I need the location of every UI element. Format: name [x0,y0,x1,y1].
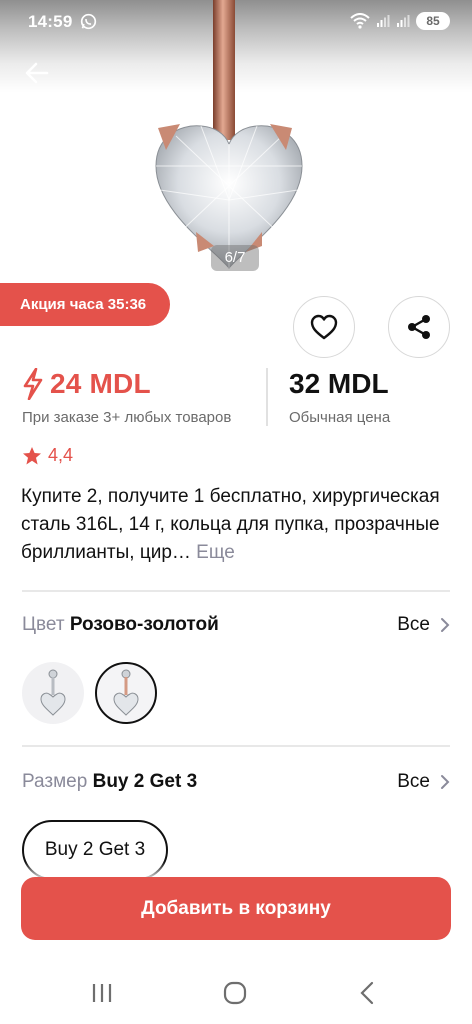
promo-price-note: При заказе 3+ любых товаров [22,409,232,426]
status-bar: 14:59 85 [0,0,472,44]
wifi-icon [350,13,370,29]
back-chevron-icon [360,981,374,1005]
rating[interactable]: 4,4 [22,445,73,466]
back-arrow-icon[interactable] [20,56,54,90]
battery-indicator: 85 [416,12,450,30]
chevron-right-icon [441,618,450,632]
price-divider [266,368,268,426]
divider [22,745,450,747]
size-option-row[interactable]: Размер Buy 2 Get 3 Все [22,767,450,797]
signal-icon-2 [397,15,410,27]
favorite-button[interactable] [293,296,355,358]
show-more-link[interactable]: Еще [196,542,235,563]
promo-price: 24 MDL [50,368,151,399]
color-all-link[interactable]: Все [397,614,430,636]
size-all-link[interactable]: Все [397,771,430,793]
promo-price-block: 24 MDL При заказе 3+ любых товаров [22,368,231,426]
home-button[interactable] [217,978,253,1008]
swatch-image [113,669,139,716]
lightning-icon [23,368,43,400]
color-option-row[interactable]: Цвет Розово-золотой Все [22,610,450,640]
product-title: Купите 2, получите 1 бесплатно, хирургич… [21,483,453,567]
whatsapp-icon [80,13,97,30]
regular-price-note: Обычная цена [289,409,391,426]
chevron-right-icon [441,775,450,789]
divider [22,590,450,592]
add-to-cart-button[interactable]: Добавить в корзину [21,877,451,940]
flash-sale-badge: Акция часа 35:36 [0,283,170,326]
regular-price-block: 32 MDL Обычная цена [289,368,390,426]
heart-icon [310,314,338,340]
recent-apps-icon [92,984,112,1002]
regular-price: 32 MDL [289,368,389,399]
share-button[interactable] [388,296,450,358]
system-nav-bar [0,960,472,1024]
product-image-gallery[interactable]: 14:59 85 6/7 [0,0,472,290]
status-time: 14:59 [28,12,73,31]
color-swatch-rose-gold[interactable] [95,662,157,724]
image-counter: 6/7 [211,245,259,271]
share-icon [408,315,430,339]
color-option-value: Розово-золотой [69,614,219,635]
rating-value: 4,4 [48,445,74,465]
signal-icon [377,15,390,27]
size-option-label: Размер [22,771,88,792]
color-option-label: Цвет [22,614,65,635]
system-back-button[interactable] [349,978,385,1008]
size-option-value: Buy 2 Get 3 [92,771,198,792]
recent-apps-button[interactable] [84,978,120,1008]
star-icon [23,446,41,464]
swatch-image [40,669,66,716]
home-icon [223,981,247,1005]
color-swatch-silver[interactable] [22,662,84,724]
